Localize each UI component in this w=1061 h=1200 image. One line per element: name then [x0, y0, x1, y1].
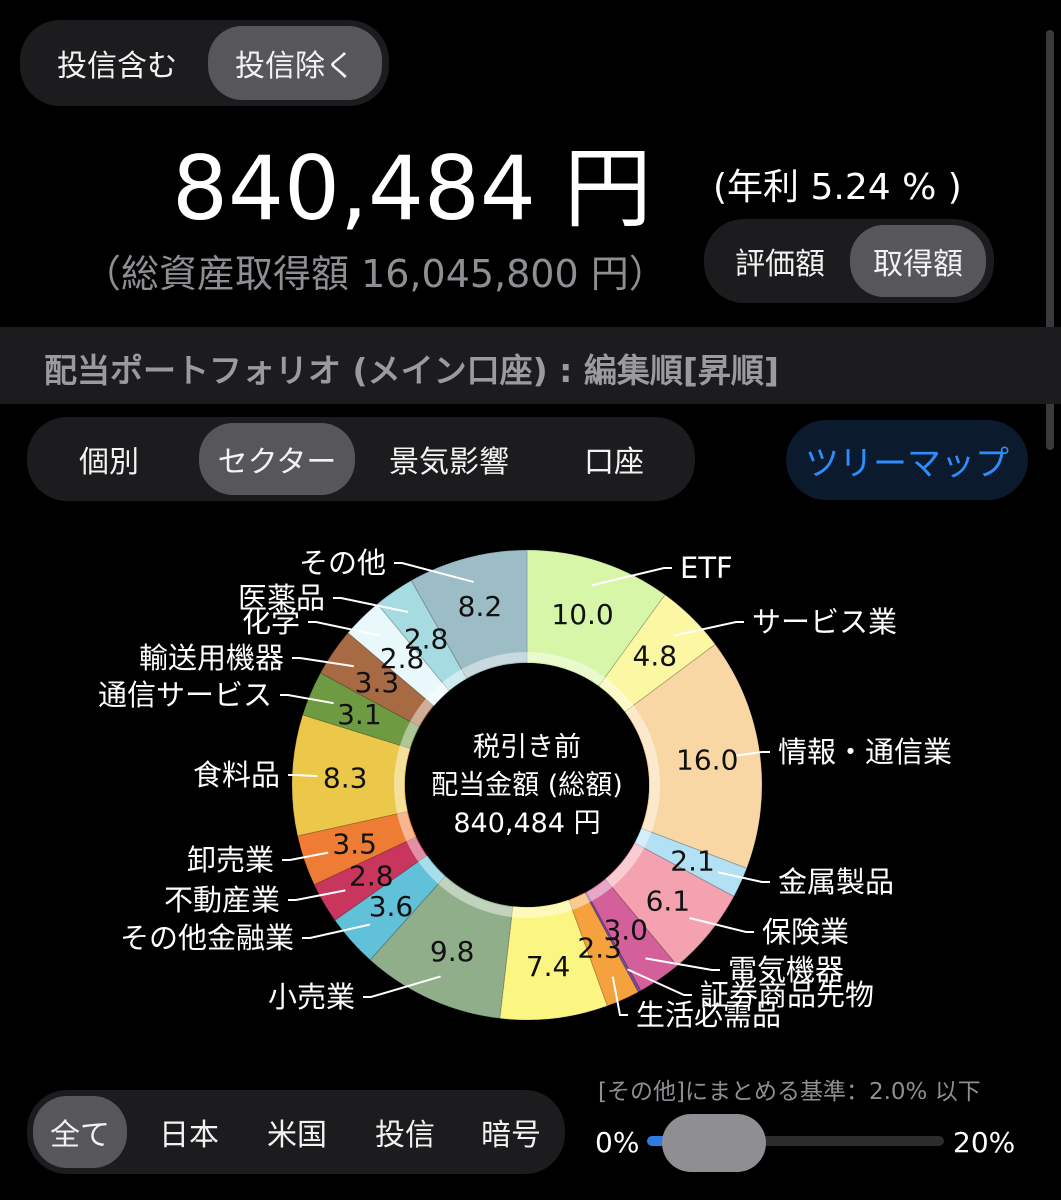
slice-value-label: 3.6 — [369, 890, 414, 923]
tab-sector[interactable]: セクター — [199, 423, 355, 495]
value-basis-toggle: 評価額 取得額 — [704, 219, 994, 303]
slice-name-label: サービス業 — [752, 605, 897, 639]
slice-value-label: 10.0 — [551, 598, 613, 631]
portfolio-title: 配当ポートフォリオ (メイン口座) : 編集順[昇順] — [44, 351, 779, 390]
tab-crypto[interactable]: 暗号 — [463, 1096, 559, 1168]
slice-name-label: 生活必需品 — [636, 998, 781, 1032]
slice-value-label: 2.8 — [404, 622, 449, 655]
slice-name-label: 卸売業 — [187, 843, 274, 877]
slice-name-label: 保険業 — [762, 915, 849, 949]
category-tabs: 個別 セクター 景気影響 口座 — [27, 417, 695, 501]
tab-japan[interactable]: 日本 — [141, 1096, 237, 1168]
dividend-total: 840,484 円 — [172, 137, 652, 240]
slice-name-label: 輸送用機器 — [139, 641, 284, 675]
slice-name-label: ETF — [680, 551, 733, 585]
slice-name-label: その他 — [299, 546, 386, 580]
region-tabs: 全て 日本 米国 投信 暗号 — [27, 1090, 565, 1174]
total-acquisition: （総資産取得額 16,045,800 円） — [83, 252, 667, 296]
sector-donut-chart: 10.04.816.02.16.13.02.37.49.83.62.83.58.… — [98, 546, 952, 1032]
slice-name-label: 通信サービス — [98, 678, 272, 712]
tab-account[interactable]: 口座 — [547, 423, 681, 495]
slice-name-label: 食料品 — [193, 758, 280, 792]
slice-value-label: 9.8 — [430, 935, 475, 968]
slider-max-label: 20% — [953, 1126, 1016, 1159]
slice-value-label: 3.1 — [337, 698, 382, 731]
slice-value-label: 2.1 — [670, 845, 715, 878]
exclude-funds-option[interactable]: 投信除く — [208, 26, 382, 100]
slice-name-label: 不動産業 — [164, 883, 280, 917]
treemap-button[interactable]: ツリーマップ — [786, 420, 1028, 500]
tab-individual[interactable]: 個別 — [39, 423, 179, 495]
include-funds-option[interactable]: 投信含む — [28, 26, 206, 100]
chart-center-line3: 840,484 円 — [453, 808, 600, 839]
tab-all[interactable]: 全て — [33, 1096, 127, 1168]
slice-value-label: 6.1 — [646, 884, 691, 917]
slider-min-label: 0% — [595, 1126, 640, 1159]
tab-economy[interactable]: 景気影響 — [367, 423, 531, 495]
tab-us[interactable]: 米国 — [249, 1096, 345, 1168]
leader-line — [288, 774, 318, 778]
slice-name-label: 金属製品 — [778, 865, 894, 899]
slice-name-label: 医薬品 — [238, 581, 325, 615]
slice-value-label: 8.3 — [323, 761, 368, 794]
slice-name-label: その他金融業 — [120, 921, 294, 955]
slice-value-label: 3.5 — [332, 828, 377, 861]
tab-fund[interactable]: 投信 — [357, 1096, 453, 1168]
threshold-slider-knob[interactable] — [662, 1114, 766, 1172]
chart-center-line1: 税引き前 — [473, 732, 581, 763]
annual-rate: (年利 5.24 % ) — [713, 167, 962, 208]
slice-name-label: 情報・通信業 — [778, 735, 952, 769]
valuation-option[interactable]: 評価額 — [712, 225, 848, 297]
merge-threshold-label: [その他]にまとめる基準：2.0% 以下 — [598, 1079, 981, 1105]
slice-value-label: 16.0 — [676, 744, 738, 777]
acquisition-option[interactable]: 取得額 — [850, 225, 986, 297]
slice-value-label: 7.4 — [526, 950, 571, 983]
chart-center-line2: 配当金額 (総額) — [431, 770, 623, 801]
slice-name-label: 小売業 — [268, 980, 355, 1014]
slice-value-label: 2.8 — [349, 859, 394, 892]
slice-value-label: 8.2 — [458, 590, 503, 623]
slice-value-label: 2.3 — [577, 931, 622, 964]
slice-value-label: 4.8 — [633, 639, 678, 672]
fund-toggle: 投信含む 投信除く — [20, 20, 389, 106]
